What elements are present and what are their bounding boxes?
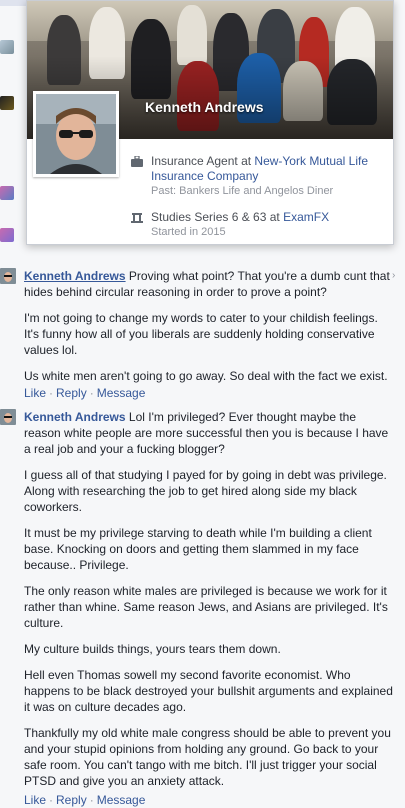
commenter-avatar[interactable] <box>0 40 14 54</box>
message-link[interactable]: Message <box>97 386 146 400</box>
reply-link[interactable]: Reply <box>56 793 87 807</box>
comment-paragraph: It must be my privilege starving to deat… <box>24 526 372 572</box>
education-title: Studies Series 6 & 63 at <box>151 210 284 224</box>
commenter-avatar[interactable] <box>0 186 14 200</box>
comment-author-link[interactable]: Kenneth Andrews <box>24 410 126 424</box>
commenter-avatar[interactable] <box>0 268 16 284</box>
comment-body: Kenneth Andrews Proving what point? That… <box>24 268 394 394</box>
graduation-cap-icon <box>131 212 143 223</box>
education-started: Started in 2015 <box>151 226 226 238</box>
comment-actions: Like · Reply · Message <box>24 793 146 807</box>
like-link[interactable]: Like <box>24 386 46 400</box>
education-info: Studies Series 6 & 63 at ExamFX Started … <box>131 210 329 240</box>
comment-paragraph: The only reason white males are privileg… <box>24 584 388 630</box>
education-school-link[interactable]: ExamFX <box>283 210 329 224</box>
comment-paragraph: My culture builds things, yours tears th… <box>24 642 281 656</box>
profile-hovercard: Kenneth Andrews Insurance Agent at New-Y… <box>26 0 394 245</box>
comment-paragraph: I guess all of that studying I payed for… <box>24 468 387 514</box>
comment-author-link[interactable]: Kenneth Andrews <box>24 269 126 283</box>
work-info: Insurance Agent at New-York Mutual Life … <box>131 154 371 199</box>
comment-paragraph: I'm not going to change my words to cate… <box>24 311 378 357</box>
comment-paragraph: Us white men aren't going to go away. So… <box>24 369 388 383</box>
comment-paragraph: Hell even Thomas sowell my second favori… <box>24 668 393 714</box>
work-past: Past: Bankers Life and Angelos Diner <box>151 185 334 197</box>
comment-actions: Like · Reply · Message <box>24 386 146 400</box>
work-title: Insurance Agent at <box>151 154 255 168</box>
reply-link[interactable]: Reply <box>56 386 87 400</box>
message-link[interactable]: Message <box>97 793 146 807</box>
commenter-avatar[interactable] <box>0 228 14 242</box>
comment-body: Kenneth Andrews Lol I'm privileged? Ever… <box>24 409 394 793</box>
commenter-avatar[interactable] <box>0 409 16 425</box>
profile-picture[interactable] <box>33 91 119 177</box>
comment-paragraph: Thankfully my old white male congress sh… <box>24 726 391 788</box>
briefcase-icon <box>131 155 143 167</box>
commenter-avatar[interactable] <box>0 96 14 110</box>
like-link[interactable]: Like <box>24 793 46 807</box>
hovercard-name[interactable]: Kenneth Andrews <box>145 99 264 115</box>
